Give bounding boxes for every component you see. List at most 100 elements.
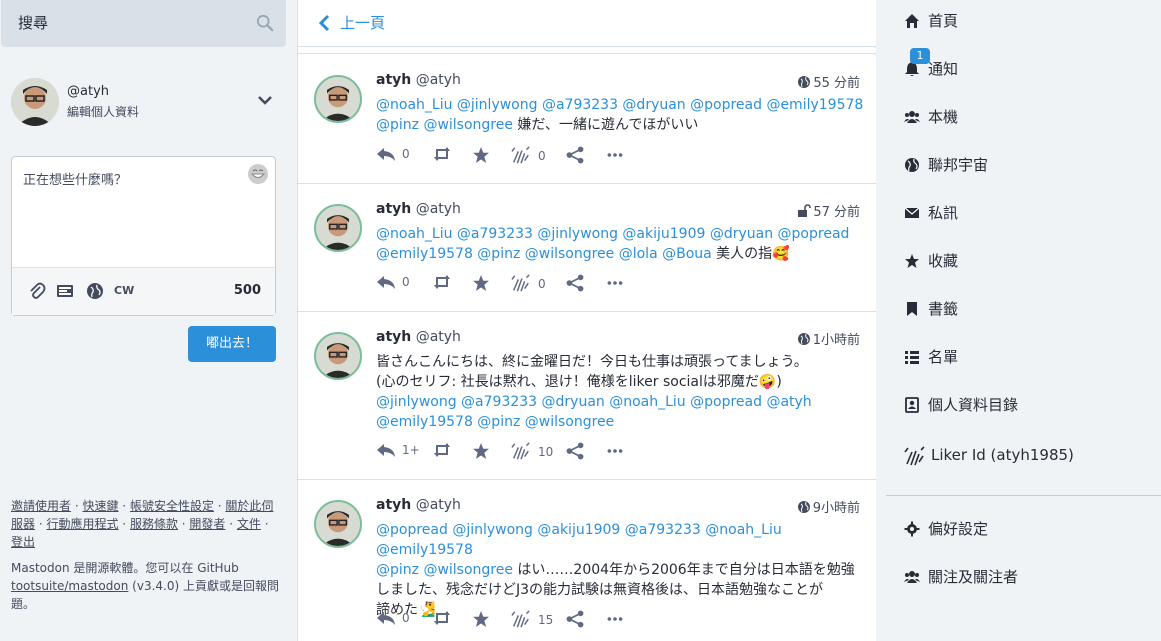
reply-button[interactable]: 1+ — [376, 442, 420, 462]
avatar[interactable] — [11, 78, 59, 126]
more-button[interactable] — [606, 442, 624, 462]
like-button[interactable]: 15 — [510, 610, 553, 630]
mentions[interactable]: @pinz @wilsongree — [376, 117, 513, 133]
compose-textarea[interactable]: 正在想些什麼嗎？ — [23, 169, 127, 188]
mentions[interactable]: @popread @jinlywong @akiju1909 @a793233 … — [376, 522, 782, 558]
avatar[interactable] — [314, 204, 362, 252]
status-author[interactable]: atyh @atyh — [376, 329, 461, 345]
toot-button[interactable]: 嘟出去！ — [188, 326, 276, 362]
footer-link-logout[interactable]: 登出 — [11, 535, 35, 549]
profile-acct[interactable]: @atyh — [67, 84, 109, 99]
avatar[interactable] — [314, 500, 362, 548]
mentions[interactable]: @noah_Liu @a793233 @jinlywong @akiju1909… — [376, 226, 849, 242]
mentions[interactable]: @jinlywong @a793233 @dryuan @noah_Liu @p… — [376, 394, 812, 410]
chevron-down-icon[interactable] — [257, 92, 273, 108]
mentions[interactable]: @noah_Liu @jinlywong @a793233 @dryuan @p… — [376, 97, 863, 113]
footer-link-apps[interactable]: 行動應用程式 — [46, 517, 118, 531]
paperclip-icon[interactable] — [28, 282, 46, 300]
footer-link-terms[interactable]: 服務條款 — [130, 517, 178, 531]
nav-label: 偏好設定 — [928, 520, 989, 538]
footer-link-developers[interactable]: 開發者 — [189, 517, 225, 531]
nav-label: 收藏 — [928, 252, 959, 270]
status-time[interactable]: 9小時前 — [797, 497, 860, 516]
like-button[interactable]: 10 — [510, 442, 553, 462]
status-time[interactable]: 55 分前 — [797, 72, 860, 91]
content-warning-button[interactable]: CW — [114, 284, 134, 297]
star-icon — [905, 254, 919, 268]
poll-icon[interactable] — [56, 282, 74, 300]
status[interactable]: atyh @atyh 57 分前 @noah_Liu @a793233 @jin… — [298, 184, 876, 312]
like-count: 0 — [538, 277, 546, 291]
favourite-button[interactable] — [472, 610, 490, 630]
mentions[interactable]: @emily19578 @pinz @wilsongree — [376, 414, 614, 430]
status-content: @noah_Liu @jinlywong @a793233 @dryuan @p… — [376, 95, 866, 135]
status[interactable]: atyh @atyh 1小時前 皆さんこんにちは、終に金曜日だ！今日も仕事は頑張… — [298, 312, 876, 480]
status-text: 美人の指🥰 — [711, 246, 790, 262]
like-button[interactable]: 0 — [510, 274, 546, 294]
nav-label: 聯邦宇宙 — [928, 156, 989, 174]
acct: @atyh — [415, 72, 461, 88]
star-icon — [473, 611, 489, 627]
footer-link-invites[interactable]: 邀請使用者 — [11, 499, 71, 513]
favourite-button[interactable] — [472, 146, 490, 166]
more-button[interactable] — [606, 274, 624, 294]
globe-icon — [797, 501, 810, 513]
search-icon[interactable] — [256, 14, 274, 32]
more-button[interactable] — [606, 146, 624, 166]
boost-button[interactable] — [432, 442, 452, 462]
column-back-button[interactable]: 上一頁 — [298, 0, 876, 47]
bookmark-icon — [907, 302, 917, 316]
status-time[interactable]: 57 分前 — [797, 201, 860, 220]
status-text: 嫌だ、一緒に遊んでほがいい — [512, 117, 699, 133]
favourite-button[interactable] — [472, 274, 490, 294]
mentions[interactable]: @emily19578 @pinz @wilsongree @lola @Bou… — [376, 246, 712, 262]
envelope-icon — [904, 207, 920, 218]
footer-link-security[interactable]: 帳號安全性設定 — [130, 499, 214, 513]
like-button[interactable]: 0 — [510, 146, 546, 166]
footer-links: 邀請使用者 · 快速鍵 · 帳號安全性設定 · 關於此伺服器 · 行動應用程式 … — [11, 499, 274, 549]
avatar[interactable] — [314, 75, 362, 123]
footer-link-docs[interactable]: 文件 — [237, 517, 261, 531]
like-count: 10 — [538, 445, 554, 459]
timestamp: 1小時前 — [812, 333, 860, 348]
boost-button[interactable] — [432, 610, 452, 630]
repo-link[interactable]: tootsuite/mastodon — [11, 579, 128, 593]
share-button[interactable] — [566, 442, 584, 462]
emoji-picker-icon[interactable] — [247, 163, 269, 185]
nav-divider — [886, 495, 1161, 496]
like-count: 0 — [538, 149, 546, 163]
status[interactable]: atyh @atyh 9小時前 @popread @jinlywong @aki… — [298, 480, 876, 641]
reply-count: 1+ — [402, 443, 420, 457]
more-button[interactable] — [606, 610, 624, 630]
mentions[interactable]: @pinz @wilsongree — [376, 562, 513, 578]
status-actions: 1+ 10 — [376, 442, 846, 462]
status-author[interactable]: atyh @atyh — [376, 497, 461, 513]
edit-profile-link[interactable]: 編輯個人資料 — [67, 103, 139, 120]
share-button[interactable] — [566, 610, 584, 630]
status-author[interactable]: atyh @atyh — [376, 201, 461, 217]
status-time[interactable]: 1小時前 — [797, 329, 860, 348]
reply-icon — [377, 276, 395, 289]
reply-button[interactable]: 0 — [376, 146, 410, 166]
share-icon — [566, 610, 584, 628]
star-icon — [473, 443, 489, 459]
reply-icon — [377, 444, 395, 457]
reply-button[interactable]: 0 — [376, 610, 410, 630]
boost-button[interactable] — [432, 146, 452, 166]
home-icon — [905, 14, 919, 28]
chevron-left-icon — [318, 14, 330, 32]
footer-link-hotkeys[interactable]: 快速鍵 — [82, 499, 118, 513]
globe-icon[interactable] — [86, 282, 104, 300]
share-button[interactable] — [566, 274, 584, 294]
boost-button[interactable] — [432, 274, 452, 294]
avatar[interactable] — [314, 332, 362, 380]
character-counter: 500 — [233, 283, 261, 298]
acct: @atyh — [415, 497, 461, 513]
favourite-button[interactable] — [472, 442, 490, 462]
reply-button[interactable]: 0 — [376, 274, 410, 294]
status[interactable]: atyh @atyh 55 分前 @noah_Liu @jinlywong @a… — [298, 55, 876, 184]
about-text-prefix: Mastodon 是開源軟體。您可以在 GitHub — [11, 561, 239, 575]
search-input[interactable]: 搜尋 — [1, 0, 286, 47]
status-author[interactable]: atyh @atyh — [376, 72, 461, 88]
share-button[interactable] — [566, 146, 584, 166]
